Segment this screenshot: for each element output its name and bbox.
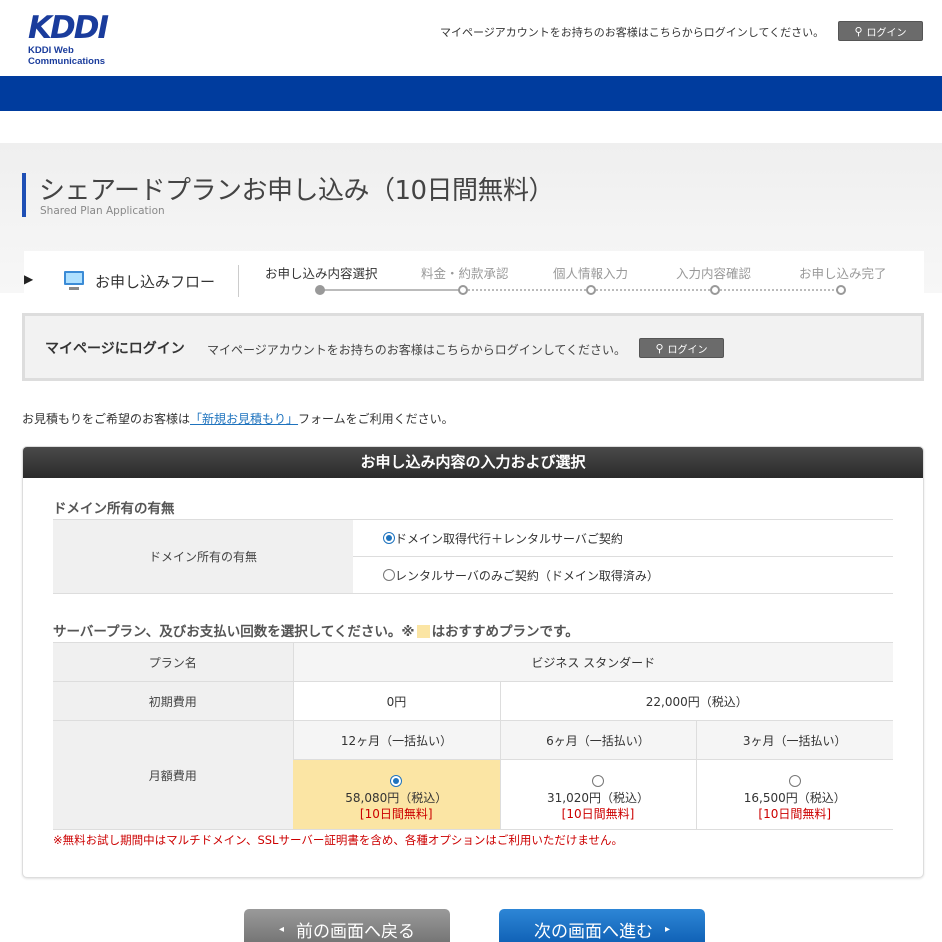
application-flow: ▶ お申し込みフロー お申し込み内容選択 料金・約款承認 個人情報入力 入力内容… [24, 251, 924, 309]
kddi-logo[interactable]: KDDI KDDI Web Communications [28, 10, 148, 67]
flow-remaining-line [463, 289, 842, 291]
flow-dot-complete [836, 285, 846, 295]
domain-option-with-domain[interactable]: ドメイン取得代行＋レンタルサーバご契約 [353, 519, 893, 557]
domain-table: ドメイン所有の有無 ドメイン取得代行＋レンタルサーバご契約 レンタルサーバのみご… [53, 519, 893, 594]
domain-option-2-label: レンタルサーバのみご契約（ドメイン取得済み） [395, 568, 659, 583]
application-panel: お申し込み内容の入力および選択 ドメイン所有の有無 ドメイン所有の有無 ドメイン… [22, 446, 924, 878]
global-nav-bar [0, 76, 942, 111]
price-12-months: 58,080円（税込） [345, 790, 448, 805]
price-6-months: 31,020円（税込） [547, 790, 649, 805]
period-3-months: 3ヶ月（一括払い） [695, 720, 893, 760]
page-subtitle: Shared Plan Application [40, 205, 165, 217]
header-login-label: ログイン [866, 27, 907, 39]
mypage-note: マイページアカウントをお持ちのお客様はこちらからログインしてください。 [207, 343, 627, 357]
period-6-months: 6ヶ月（一括払い） [499, 720, 696, 760]
initial-fee-free: 0円 [292, 681, 500, 721]
plan-name-value: ビジネス スタンダード [292, 642, 893, 682]
estimate-text-before: お見積もりをご希望のお客様は [22, 412, 191, 426]
domain-row-label: ドメイン所有の有無 [53, 519, 353, 594]
domain-row-label-text: ドメイン所有の有無 [148, 550, 257, 564]
page-title: シェアードプランお申し込み（10日間無料） [39, 176, 555, 206]
site-header: KDDI KDDI Web Communications マイページアカウントを… [0, 0, 942, 76]
mypage-login-label: ログイン [667, 344, 708, 356]
domain-section-title: ドメイン所有の有無 [53, 501, 175, 517]
free-trial-6: [10日間無料] [561, 806, 635, 821]
flow-step-confirm: 入力内容確認 [676, 266, 752, 281]
estimate-note: お見積もりをご希望のお客様は「新規お見積もり」フォームをご利用ください。 [22, 410, 454, 427]
next-button[interactable]: 次の画面へ進む ▸ [499, 909, 705, 942]
recommend-swatch [416, 625, 430, 638]
plan-option-3-months[interactable]: 16,500円（税込） [10日間無料] [695, 759, 893, 830]
free-trial-3: [10日間無料] [758, 806, 832, 821]
flow-dot-confirm [710, 285, 720, 295]
option-warning: ※無料お試し期間中はマルチドメイン、SSLサーバー証明書を含め、各種オプションは… [53, 833, 623, 847]
plan-option-6-months[interactable]: 31,020円（税込） [10日間無料] [499, 759, 696, 830]
flow-step-select: お申し込み内容選択 [265, 266, 378, 281]
plan-title-before: サーバープラン、及びお支払い回数を選択してください。※ [53, 624, 415, 640]
header-login-button[interactable]: ⚲ ログイン [838, 21, 923, 41]
title-accent [22, 173, 26, 217]
header-login-note: マイページアカウントをお持ちのお客様はこちらからログインしてください。 [440, 26, 825, 39]
monitor-icon [64, 271, 84, 290]
period-12-months: 12ヶ月（一括払い） [292, 720, 500, 760]
price-3-months: 16,500円（税込） [743, 790, 846, 805]
estimate-text-after: フォームをご利用ください。 [298, 412, 454, 426]
next-button-label: 次の画面へ進む [533, 921, 653, 942]
plan-section-title: サーバープラン、及びお支払い回数を選択してください。※ はおすすめプランです。 [53, 620, 579, 640]
prev-button-label: 前の画面へ戻る [296, 921, 416, 942]
flow-step-personal: 個人情報入力 [553, 266, 629, 281]
radio-selected-icon[interactable] [390, 774, 403, 787]
plan-title-after: はおすすめプランです。 [431, 624, 579, 640]
flow-arrow-icon: ▶ [24, 272, 34, 286]
chevron-left-icon: ◂ [278, 923, 285, 935]
radio-selected-icon[interactable] [383, 531, 395, 544]
mypage-login-box: マイページにログイン マイページアカウントをお持ちのお客様はこちらからログインし… [22, 313, 924, 381]
radio-unselected-icon[interactable] [383, 568, 395, 581]
chevron-right-icon: ▸ [664, 923, 671, 935]
mypage-login-button[interactable]: ⚲ ログイン [639, 338, 724, 358]
initial-fee-label: 初期費用 [53, 681, 293, 721]
initial-fee-paid: 22,000円（税込） [499, 681, 893, 721]
flow-step-complete: お申し込み完了 [799, 266, 887, 281]
plan-option-12-months[interactable]: 58,080円（税込） [10日間無料] [293, 759, 500, 830]
logo-mark: KDDI [28, 10, 109, 46]
flow-dot-select [315, 285, 325, 295]
flow-dot-personal [586, 285, 596, 295]
mypage-title: マイページにログイン [45, 341, 185, 357]
prev-button[interactable]: ◂ 前の画面へ戻る [244, 909, 450, 942]
radio-unselected-icon[interactable] [788, 774, 801, 787]
domain-option-server-only[interactable]: レンタルサーバのみご契約（ドメイン取得済み） [353, 556, 893, 594]
key-icon: ⚲ [655, 341, 664, 355]
flow-progress-line [320, 289, 463, 291]
new-estimate-link[interactable]: 「新規お見積もり」 [190, 412, 298, 426]
flow-step-fee: 料金・約款承認 [421, 266, 509, 281]
radio-unselected-icon[interactable] [592, 774, 604, 787]
panel-title: お申し込み内容の入力および選択 [23, 447, 923, 478]
plan-name-label: プラン名 [53, 642, 293, 682]
domain-option-1-label: ドメイン取得代行＋レンタルサーバご契約 [395, 531, 623, 546]
logo-subtitle: KDDI Web Communications [28, 45, 106, 67]
plan-table: プラン名 ビジネス スタンダード 初期費用 0円 22,000円（税込） 月額費… [53, 642, 893, 830]
key-icon: ⚲ [854, 24, 863, 38]
flow-divider [238, 265, 239, 297]
flow-label: お申し込みフロー [95, 273, 216, 291]
flow-dot-fee [458, 285, 468, 295]
free-trial-12: [10日間無料] [359, 806, 433, 821]
monthly-fee-label: 月額費用 [53, 720, 293, 830]
